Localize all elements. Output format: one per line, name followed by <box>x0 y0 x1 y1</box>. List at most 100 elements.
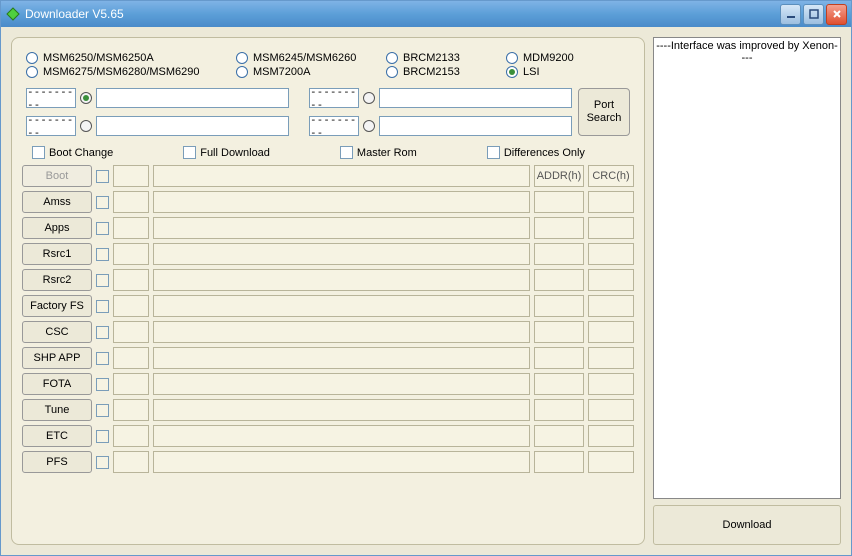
row-addr-field[interactable] <box>534 269 584 291</box>
row-checkbox[interactable] <box>96 404 109 417</box>
row-addr-field[interactable] <box>534 399 584 421</box>
close-button[interactable] <box>826 4 847 25</box>
download-button[interactable]: Download <box>653 505 841 545</box>
check-differences-only[interactable] <box>487 146 500 159</box>
minimize-button[interactable] <box>780 4 801 25</box>
row-index-field[interactable] <box>113 191 149 213</box>
row-checkbox[interactable] <box>96 170 109 183</box>
radio-brcm2133[interactable] <box>386 52 398 64</box>
row-path-field[interactable] <box>153 165 530 187</box>
row-path-field[interactable] <box>153 451 530 473</box>
row-addr-field[interactable] <box>534 295 584 317</box>
radio-brcm2153[interactable] <box>386 66 398 78</box>
row-index-field[interactable] <box>113 165 149 187</box>
port-field-2[interactable] <box>96 116 289 136</box>
row-crc-field[interactable] <box>588 217 634 239</box>
row-button-apps[interactable]: Apps <box>22 217 92 239</box>
row-crc-field[interactable] <box>588 321 634 343</box>
row-checkbox[interactable] <box>96 300 109 313</box>
port-combo-1[interactable]: --------- <box>26 88 76 108</box>
row-addr-field[interactable] <box>534 425 584 447</box>
port-combo-3[interactable]: --------- <box>309 88 359 108</box>
radio-msm6245[interactable] <box>236 52 248 64</box>
row-index-field[interactable] <box>113 295 149 317</box>
port-radio-2[interactable] <box>80 120 92 132</box>
row-crc-field[interactable]: CRC(h) <box>588 165 634 187</box>
row-path-field[interactable] <box>153 373 530 395</box>
row-path-field[interactable] <box>153 243 530 265</box>
row-checkbox[interactable] <box>96 222 109 235</box>
row-path-field[interactable] <box>153 295 530 317</box>
row-checkbox[interactable] <box>96 430 109 443</box>
port-combo-4[interactable]: --------- <box>309 116 359 136</box>
row-crc-field[interactable] <box>588 347 634 369</box>
row-addr-field[interactable] <box>534 373 584 395</box>
row-addr-field[interactable]: ADDR(h) <box>534 165 584 187</box>
row-index-field[interactable] <box>113 399 149 421</box>
row-crc-field[interactable] <box>588 243 634 265</box>
check-boot-change[interactable] <box>32 146 45 159</box>
radio-msm7200a[interactable] <box>236 66 248 78</box>
check-full-download[interactable] <box>183 146 196 159</box>
row-crc-field[interactable] <box>588 191 634 213</box>
radio-msm6250[interactable] <box>26 52 38 64</box>
row-path-field[interactable] <box>153 347 530 369</box>
row-path-field[interactable] <box>153 191 530 213</box>
row-index-field[interactable] <box>113 243 149 265</box>
row-addr-field[interactable] <box>534 321 584 343</box>
row-path-field[interactable] <box>153 321 530 343</box>
port-search-button[interactable]: Port Search <box>578 88 630 136</box>
row-addr-field[interactable] <box>534 217 584 239</box>
port-field-4[interactable] <box>379 116 572 136</box>
row-button-fota[interactable]: FOTA <box>22 373 92 395</box>
row-addr-field[interactable] <box>534 243 584 265</box>
row-index-field[interactable] <box>113 321 149 343</box>
row-checkbox[interactable] <box>96 196 109 209</box>
row-button-etc[interactable]: ETC <box>22 425 92 447</box>
row-addr-field[interactable] <box>534 191 584 213</box>
row-crc-field[interactable] <box>588 425 634 447</box>
radio-msm6275[interactable] <box>26 66 38 78</box>
radio-lsi[interactable] <box>506 66 518 78</box>
port-field-1[interactable] <box>96 88 289 108</box>
row-button-rsrc1[interactable]: Rsrc1 <box>22 243 92 265</box>
row-crc-field[interactable] <box>588 399 634 421</box>
row-button-rsrc2[interactable]: Rsrc2 <box>22 269 92 291</box>
row-addr-field[interactable] <box>534 451 584 473</box>
row-path-field[interactable] <box>153 269 530 291</box>
row-path-field[interactable] <box>153 217 530 239</box>
port-radio-4[interactable] <box>363 120 375 132</box>
row-index-field[interactable] <box>113 269 149 291</box>
row-button-csc[interactable]: CSC <box>22 321 92 343</box>
row-crc-field[interactable] <box>588 451 634 473</box>
row-button-amss[interactable]: Amss <box>22 191 92 213</box>
row-index-field[interactable] <box>113 347 149 369</box>
row-index-field[interactable] <box>113 451 149 473</box>
row-checkbox[interactable] <box>96 326 109 339</box>
row-checkbox[interactable] <box>96 456 109 469</box>
row-crc-field[interactable] <box>588 269 634 291</box>
row-button-pfs[interactable]: PFS <box>22 451 92 473</box>
row-crc-field[interactable] <box>588 295 634 317</box>
row-button-shp-app[interactable]: SHP APP <box>22 347 92 369</box>
row-crc-field[interactable] <box>588 373 634 395</box>
row-index-field[interactable] <box>113 373 149 395</box>
row-path-field[interactable] <box>153 425 530 447</box>
row-checkbox[interactable] <box>96 248 109 261</box>
row-checkbox[interactable] <box>96 274 109 287</box>
port-radio-1[interactable] <box>80 92 92 104</box>
check-master-rom[interactable] <box>340 146 353 159</box>
row-index-field[interactable] <box>113 425 149 447</box>
row-index-field[interactable] <box>113 217 149 239</box>
row-button-factory-fs[interactable]: Factory FS <box>22 295 92 317</box>
row-button-tune[interactable]: Tune <box>22 399 92 421</box>
row-checkbox[interactable] <box>96 352 109 365</box>
row-path-field[interactable] <box>153 399 530 421</box>
maximize-button[interactable] <box>803 4 824 25</box>
port-combo-2[interactable]: --------- <box>26 116 76 136</box>
row-checkbox[interactable] <box>96 378 109 391</box>
row-addr-field[interactable] <box>534 347 584 369</box>
port-radio-3[interactable] <box>363 92 375 104</box>
port-field-3[interactable] <box>379 88 572 108</box>
radio-mdm9200[interactable] <box>506 52 518 64</box>
